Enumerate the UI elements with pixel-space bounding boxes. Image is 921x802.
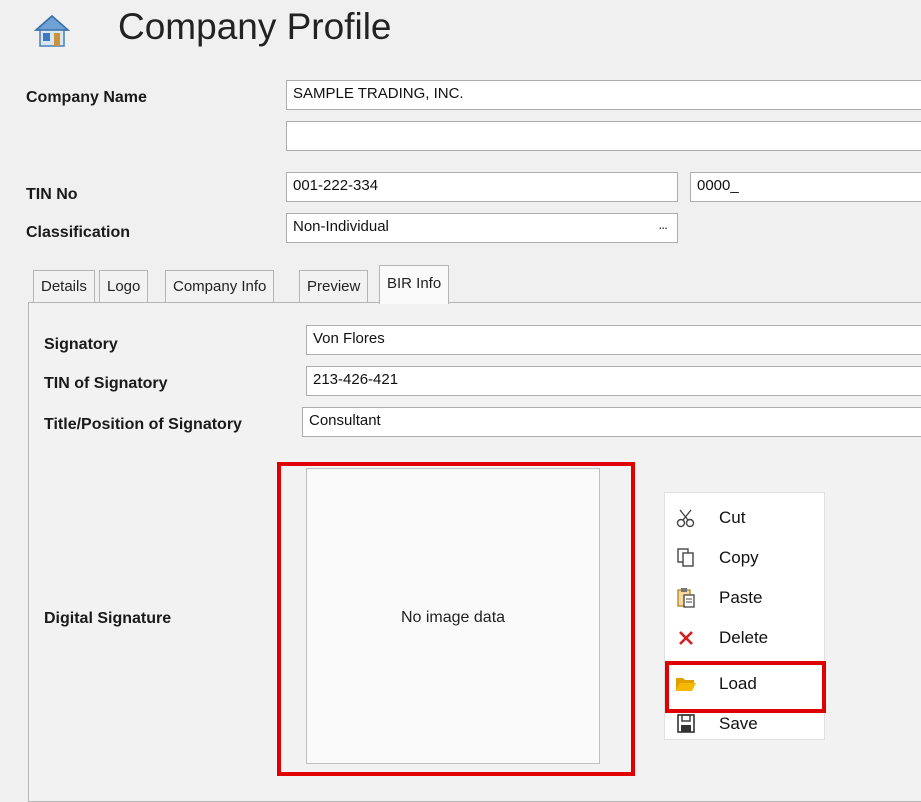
title-position-label: Title/Position of Signatory xyxy=(44,416,242,433)
company-name-input[interactable]: SAMPLE TRADING, INC. xyxy=(286,80,921,110)
menu-item-cut[interactable]: Cut xyxy=(665,499,825,539)
house-icon xyxy=(34,14,70,48)
signatory-input[interactable]: Von Flores xyxy=(306,325,921,355)
tin-branch-input[interactable]: 0000_ xyxy=(690,172,921,202)
tab-preview[interactable]: Preview xyxy=(299,270,369,302)
delete-x-icon xyxy=(675,627,697,649)
tin-input[interactable]: 001-222-334 xyxy=(286,172,678,202)
tab-logo[interactable]: Logo xyxy=(99,270,149,302)
save-disk-icon xyxy=(675,713,697,735)
tin-signatory-input[interactable]: 213-426-421 xyxy=(306,366,921,396)
menu-item-label: Copy xyxy=(719,548,759,567)
classification-browse-button[interactable]: ... xyxy=(658,216,668,232)
copy-icon xyxy=(675,547,697,569)
menu-item-label: Cut xyxy=(719,508,746,527)
tab-company-info[interactable]: Company Info xyxy=(165,270,275,302)
menu-item-paste[interactable]: Paste xyxy=(665,579,825,619)
classification-select[interactable]: Non-Individual ... xyxy=(286,213,678,243)
tin-signatory-label: TIN of Signatory xyxy=(44,375,168,392)
classification-label: Classification xyxy=(26,224,131,241)
page-title: Company Profile xyxy=(118,6,392,47)
tab-bir-info[interactable]: BIR Info xyxy=(379,265,450,304)
menu-item-copy[interactable]: Copy xyxy=(665,539,825,579)
menu-item-label: Delete xyxy=(719,628,769,647)
menu-item-label: Paste xyxy=(719,588,763,607)
signatory-label: Signatory xyxy=(44,336,118,353)
title-position-input[interactable]: Consultant xyxy=(302,407,921,437)
company-name-label: Company Name xyxy=(26,89,147,106)
scissors-icon xyxy=(675,507,697,529)
tab-details[interactable]: Details xyxy=(33,270,95,302)
highlight-load-item xyxy=(665,661,826,713)
tin-label: TIN No xyxy=(26,186,78,203)
digital-signature-label: Digital Signature xyxy=(44,610,172,627)
paste-icon xyxy=(675,587,697,609)
menu-item-label: Save xyxy=(719,714,758,733)
highlight-signature-box xyxy=(277,462,635,776)
menu-item-delete[interactable]: Delete xyxy=(665,619,825,659)
company-name-line2-input[interactable] xyxy=(286,121,921,151)
classification-value: Non-Individual xyxy=(293,218,389,235)
